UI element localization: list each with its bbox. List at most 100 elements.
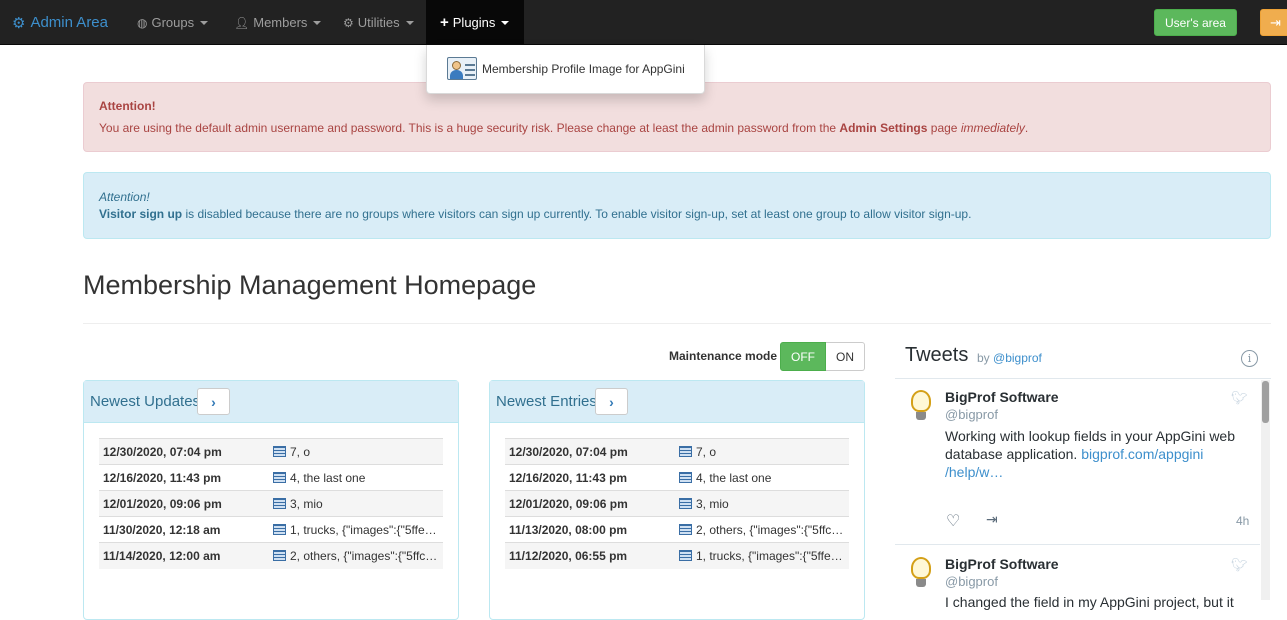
table-icon xyxy=(679,497,692,509)
nav-utilities[interactable]: ⚙ Utilities xyxy=(329,0,428,45)
alert-bold: Visitor sign up xyxy=(99,207,183,221)
table-icon xyxy=(679,523,692,535)
twitter-bird-icon[interactable]: 🐦︎ xyxy=(1231,557,1248,572)
tweet-author-handle[interactable]: @bigprof xyxy=(945,574,998,589)
profile-card-icon xyxy=(447,57,477,80)
row-record[interactable]: 3, mio xyxy=(269,491,443,517)
cog-icon: ⚙ xyxy=(343,15,354,30)
record-label: 7, o xyxy=(696,444,717,459)
alert-message: You are using the default admin username… xyxy=(99,121,1028,135)
table-row[interactable]: 11/14/2020, 12:00 am 2, others, {"images"… xyxy=(99,542,443,569)
tweet-text: Working with lookup fields in your AppGi… xyxy=(945,427,1245,481)
row-record[interactable]: 7, o xyxy=(269,439,443,465)
alert-message: Visitor sign up is disabled because ther… xyxy=(99,207,971,221)
tweet-author-name[interactable]: BigProf Software xyxy=(945,389,1059,405)
view-updates-button[interactable]: › xyxy=(197,388,230,415)
plugins-dropdown-menu: Membership Profile Image for AppGini xyxy=(426,45,705,94)
globe-icon: ◍ xyxy=(137,15,148,30)
divider xyxy=(83,323,1271,324)
caret-down-icon xyxy=(200,20,209,25)
nav-members[interactable]: 👤︎ Members xyxy=(220,0,335,45)
panel-title: Newest Updates xyxy=(90,393,201,410)
alert-title: Attention! xyxy=(99,190,150,204)
row-date: 11/14/2020, 12:00 am xyxy=(103,548,221,563)
newest-updates-panel: Newest Updates › 12/30/2020, 07:04 pm 7, … xyxy=(83,380,459,620)
maintenance-mode-label: Maintenance mode xyxy=(669,349,778,363)
alert-text: is disabled because there are no groups … xyxy=(182,207,972,221)
row-date: 12/30/2020, 07:04 pm xyxy=(509,444,628,459)
table-icon xyxy=(273,549,286,561)
nav-groups[interactable]: ◍ Groups xyxy=(123,0,222,45)
tweet-author-handle[interactable]: @bigprof xyxy=(945,407,998,422)
nav-plugins[interactable]: + Plugins xyxy=(426,0,524,45)
tweets-handle-link[interactable]: @bigprof xyxy=(993,351,1042,365)
table-row[interactable]: 11/12/2020, 06:55 pm 1, trucks, {"images"… xyxy=(505,542,849,569)
caret-down-icon xyxy=(405,20,414,25)
table-icon xyxy=(273,497,286,509)
row-record[interactable]: 4, the last one xyxy=(269,465,443,491)
nav-plugins-label: Plugins xyxy=(452,15,496,30)
tweets-title: Tweets xyxy=(905,344,969,366)
tweets-by: by @bigprof xyxy=(977,351,1042,365)
row-date: 12/30/2020, 07:04 pm xyxy=(103,444,222,459)
table-row[interactable]: 12/30/2020, 07:04 pm 7, o xyxy=(99,438,443,465)
avatar[interactable] xyxy=(905,386,935,426)
nav-members-label: Members xyxy=(253,15,308,30)
table-row[interactable]: 11/30/2020, 12:18 am 1, trucks, {"images"… xyxy=(99,516,443,543)
row-record[interactable]: 3, mio xyxy=(675,491,849,517)
alert-text: You are using the default admin username… xyxy=(99,121,840,135)
table-icon xyxy=(273,445,286,457)
record-label: 4, the last one xyxy=(290,470,366,485)
row-record[interactable]: 1, trucks, {"images":{"5ffe… xyxy=(675,543,849,569)
tweets-scrollbar[interactable] xyxy=(1261,380,1270,600)
row-date: 12/16/2020, 11:43 pm xyxy=(103,470,222,485)
sign-out-icon: ⇥ xyxy=(1270,14,1281,30)
tweet-time[interactable]: 4h xyxy=(1236,514,1249,528)
panel-title: Newest Entries xyxy=(496,393,597,410)
table-row[interactable]: 12/16/2020, 11:43 pm 4, the last one xyxy=(505,464,849,491)
table-row[interactable]: 12/01/2020, 09:06 pm 3, mio xyxy=(99,490,443,517)
table-icon xyxy=(273,471,286,483)
users-area-button[interactable]: User's area xyxy=(1154,9,1237,36)
avatar[interactable] xyxy=(905,553,935,593)
admin-settings-link: Admin Settings xyxy=(839,121,928,135)
table-row[interactable]: 12/16/2020, 11:43 pm 4, the last one xyxy=(99,464,443,491)
tweet-item: BigProf Software @bigprof 🐦︎ Working wit… xyxy=(895,378,1260,545)
share-icon[interactable]: ⇥ xyxy=(986,511,998,528)
chevron-right-icon: › xyxy=(211,393,216,410)
newest-entries-panel: Newest Entries › 12/30/2020, 07:04 pm 7, … xyxy=(489,380,865,620)
table-row[interactable]: 12/01/2020, 09:06 pm 3, mio xyxy=(505,490,849,517)
panel-heading: Newest Entries › xyxy=(490,381,864,423)
alert-text: . xyxy=(1024,121,1029,135)
table-row[interactable]: 11/13/2020, 08:00 pm 2, others, {"images"… xyxy=(505,516,849,543)
view-entries-button[interactable]: › xyxy=(595,388,628,415)
row-record[interactable]: 4, the last one xyxy=(675,465,849,491)
row-record[interactable]: 1, trucks, {"images":{"5ffe… xyxy=(269,517,443,543)
record-label: 1, trucks, {"images":{"5ffe… xyxy=(696,548,843,563)
alert-emphasis: immediately xyxy=(960,121,1025,135)
page-title: Membership Management Homepage xyxy=(83,270,537,300)
info-icon[interactable]: i xyxy=(1241,350,1258,367)
heart-icon[interactable]: ♡ xyxy=(946,511,960,531)
row-record[interactable]: 2, others, {"images":{"5ffc… xyxy=(269,543,443,569)
scrollbar-thumb[interactable] xyxy=(1262,381,1269,423)
table-row[interactable]: 12/30/2020, 07:04 pm 7, o xyxy=(505,438,849,465)
maintenance-on-button[interactable]: ON xyxy=(826,342,865,371)
maintenance-toggle: OFF ON xyxy=(780,342,865,371)
tweet-author-name[interactable]: BigProf Software xyxy=(945,556,1059,572)
maintenance-off-button[interactable]: OFF xyxy=(780,342,826,371)
tweet-item: BigProf Software @bigprof 🐦︎ I changed t… xyxy=(895,545,1260,610)
row-record[interactable]: 2, others, {"images":{"5ffc… xyxy=(675,517,849,543)
table-icon xyxy=(679,445,692,457)
brand-link[interactable]: ⚙ Admin Area xyxy=(12,0,108,45)
row-record[interactable]: 7, o xyxy=(675,439,849,465)
row-date: 11/12/2020, 06:55 pm xyxy=(509,548,628,563)
sign-out-button[interactable]: ⇥ xyxy=(1260,9,1287,36)
twitter-bird-icon[interactable]: 🐦︎ xyxy=(1231,390,1248,405)
plugin-menu-item[interactable]: Membership Profile Image for AppGini xyxy=(447,57,685,80)
visitor-signup-alert: Attention! Visitor sign up is disabled b… xyxy=(83,172,1271,239)
row-date: 11/13/2020, 08:00 pm xyxy=(509,522,628,537)
record-label: 3, mio xyxy=(290,496,323,511)
row-date: 12/01/2020, 09:06 pm xyxy=(509,496,628,511)
user-icon: 👤︎ xyxy=(234,15,250,30)
